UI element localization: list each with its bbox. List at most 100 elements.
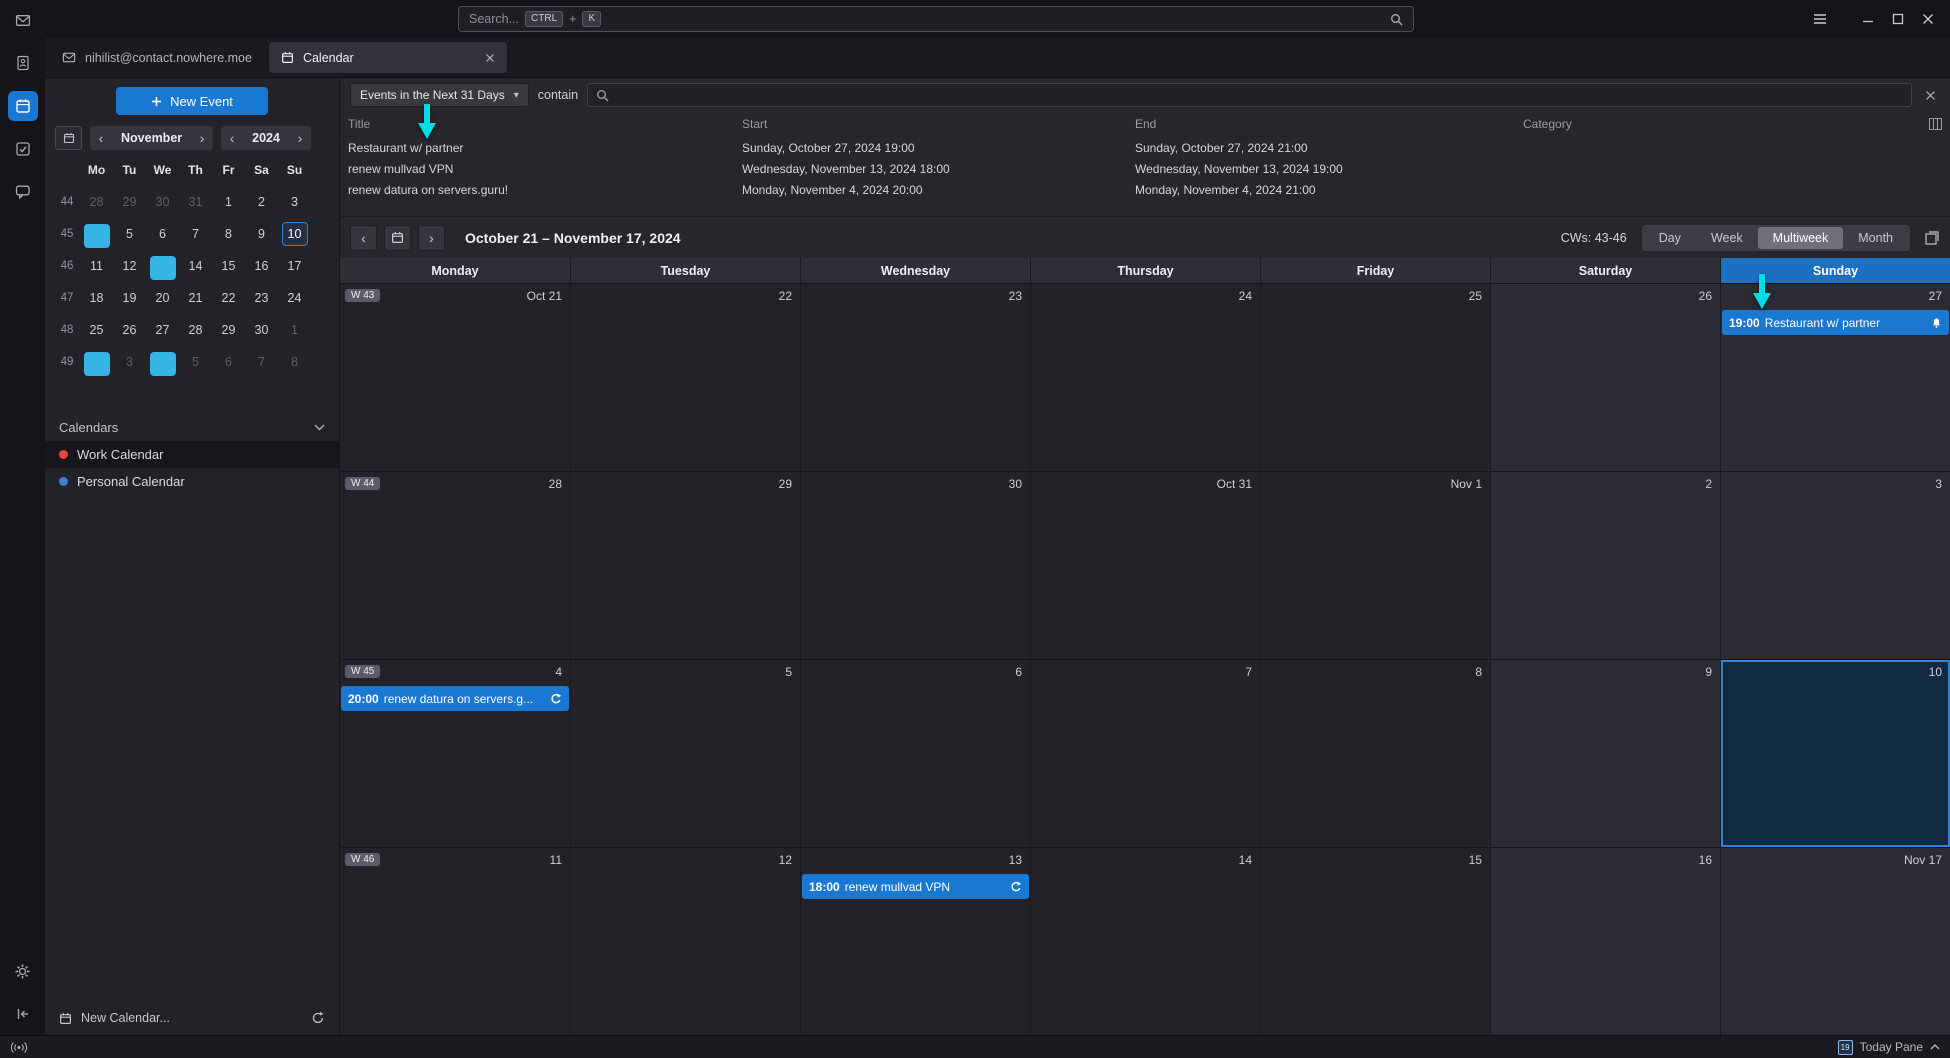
calendar-item-work-calendar[interactable]: Work Calendar xyxy=(45,441,339,468)
day-cell-oct-21[interactable]: W 43Oct 21 xyxy=(340,284,570,471)
mini-day-w49-7[interactable]: 7 xyxy=(245,346,278,378)
view-month-button[interactable]: Month xyxy=(1843,227,1908,249)
view-day-button[interactable]: Day xyxy=(1644,227,1696,249)
mini-day-w45-6[interactable]: 6 xyxy=(146,218,179,250)
day-cell-22[interactable]: 22 xyxy=(570,284,800,471)
event-list-row-restaurant-w-partner[interactable]: Restaurant w/ partnerSunday, October 27,… xyxy=(340,137,1950,158)
prev-month-button[interactable]: ‹ xyxy=(90,126,112,150)
mini-day-w46-13[interactable]: 13 xyxy=(146,250,179,282)
day-cell-10[interactable]: 10 xyxy=(1720,660,1950,847)
day-cell-26[interactable]: 26 xyxy=(1490,284,1720,471)
app-menu-button[interactable] xyxy=(1812,12,1828,26)
today-pane-toggle[interactable]: 19 Today Pane xyxy=(1838,1040,1940,1055)
mini-day-w47-21[interactable]: 21 xyxy=(179,282,212,314)
mini-day-w44-29[interactable]: 29 xyxy=(113,186,146,218)
settings-button[interactable] xyxy=(8,956,38,986)
mini-day-w48-26[interactable]: 26 xyxy=(113,314,146,346)
minimize-button[interactable] xyxy=(1862,13,1874,25)
day-cell-9[interactable]: 9 xyxy=(1490,660,1720,847)
day-cell-8[interactable]: 8 xyxy=(1260,660,1490,847)
day-cell-28[interactable]: W 4428 xyxy=(340,472,570,659)
day-cell-oct-31[interactable]: Oct 31 xyxy=(1030,472,1260,659)
event-bar-renew-datura-on-servers-g[interactable]: 20:00renew datura on servers.g... xyxy=(341,686,569,711)
mini-day-w49-3[interactable]: 3 xyxy=(113,346,146,378)
view-multiweek-button[interactable]: Multiweek xyxy=(1758,227,1844,249)
day-cell-6[interactable]: 6 xyxy=(800,660,1030,847)
collapse-spaces-button[interactable] xyxy=(8,999,38,1029)
mini-day-w46-12[interactable]: 12 xyxy=(113,250,146,282)
mini-day-w45-9[interactable]: 9 xyxy=(245,218,278,250)
mini-day-w49-4[interactable]: 4 xyxy=(146,346,179,378)
day-cell-11[interactable]: W 4611 xyxy=(340,848,570,1035)
mini-day-w49-2[interactable]: 2 xyxy=(80,346,113,378)
mini-day-w48-27[interactable]: 27 xyxy=(146,314,179,346)
today-button[interactable] xyxy=(384,225,411,251)
tab-close-icon[interactable] xyxy=(485,53,495,63)
tasks-space-button[interactable] xyxy=(8,134,38,164)
mini-day-w44-28[interactable]: 28 xyxy=(80,186,113,218)
mini-day-w47-24[interactable]: 24 xyxy=(278,282,311,314)
event-range-dropdown[interactable]: Events in the Next 31 Days ▾ xyxy=(350,83,529,107)
mini-day-w46-11[interactable]: 11 xyxy=(80,250,113,282)
day-cell-2[interactable]: 2 xyxy=(1490,472,1720,659)
mini-day-w48-30[interactable]: 30 xyxy=(245,314,278,346)
day-cell-14[interactable]: 14 xyxy=(1030,848,1260,1035)
mini-day-w47-23[interactable]: 23 xyxy=(245,282,278,314)
prev-year-button[interactable]: ‹ xyxy=(221,126,243,150)
mini-day-w48-25[interactable]: 25 xyxy=(80,314,113,346)
tab-mail-account[interactable]: nihilist@contact.nowhere.moe xyxy=(50,42,264,73)
calendar-item-personal-calendar[interactable]: Personal Calendar xyxy=(45,468,339,495)
event-filter-input[interactable] xyxy=(616,88,1903,102)
address-book-space-button[interactable] xyxy=(8,48,38,78)
mini-day-w45-5[interactable]: 5 xyxy=(113,218,146,250)
column-header-category[interactable]: Category xyxy=(1515,117,1920,131)
sync-calendars-button[interactable] xyxy=(311,1011,325,1025)
mini-day-w46-17[interactable]: 17 xyxy=(278,250,311,282)
mini-day-w45-8[interactable]: 8 xyxy=(212,218,245,250)
mini-day-w47-19[interactable]: 19 xyxy=(113,282,146,314)
new-calendar-button[interactable]: New Calendar... xyxy=(81,1011,170,1025)
mini-day-w44-1[interactable]: 1 xyxy=(212,186,245,218)
event-bar-restaurant-w-partner[interactable]: 19:00Restaurant w/ partner xyxy=(1722,310,1949,335)
day-cell-25[interactable]: 25 xyxy=(1260,284,1490,471)
new-event-button[interactable]: New Event xyxy=(116,87,268,115)
day-cell-13[interactable]: 1318:00renew mullvad VPN xyxy=(800,848,1030,1035)
chat-space-button[interactable] xyxy=(8,177,38,207)
event-list-row-renew-datura-on-servers-guru[interactable]: renew datura on servers.guru!Monday, Nov… xyxy=(340,179,1950,200)
column-header-start[interactable]: Start xyxy=(734,117,1127,131)
mini-day-w48-1[interactable]: 1 xyxy=(278,314,311,346)
day-cell-24[interactable]: 24 xyxy=(1030,284,1260,471)
year-label[interactable]: 2024 xyxy=(243,131,289,145)
day-cell-12[interactable]: 12 xyxy=(570,848,800,1035)
mail-space-button[interactable] xyxy=(8,5,38,35)
mini-day-w47-18[interactable]: 18 xyxy=(80,282,113,314)
mini-day-w44-2[interactable]: 2 xyxy=(245,186,278,218)
rotate-view-icon[interactable] xyxy=(1925,230,1940,245)
mini-day-w44-30[interactable]: 30 xyxy=(146,186,179,218)
tab-calendar[interactable]: Calendar xyxy=(269,42,507,73)
next-year-button[interactable]: › xyxy=(289,126,311,150)
mini-day-w49-5[interactable]: 5 xyxy=(179,346,212,378)
global-search-input[interactable]: Search... CTRL + K xyxy=(458,6,1414,32)
mini-day-w46-14[interactable]: 14 xyxy=(179,250,212,282)
mini-day-w47-22[interactable]: 22 xyxy=(212,282,245,314)
next-period-button[interactable]: › xyxy=(418,225,445,251)
mini-day-w44-3[interactable]: 3 xyxy=(278,186,311,218)
day-cell-7[interactable]: 7 xyxy=(1030,660,1260,847)
day-cell-23[interactable]: 23 xyxy=(800,284,1030,471)
mini-day-w48-29[interactable]: 29 xyxy=(212,314,245,346)
day-cell-29[interactable]: 29 xyxy=(570,472,800,659)
day-cell-5[interactable]: 5 xyxy=(570,660,800,847)
mini-day-w45-10[interactable]: 10 xyxy=(278,218,311,250)
column-header-end[interactable]: End xyxy=(1127,117,1515,131)
event-list-row-renew-mullvad-vpn[interactable]: renew mullvad VPNWednesday, November 13,… xyxy=(340,158,1950,179)
day-cell-16[interactable]: 16 xyxy=(1490,848,1720,1035)
mini-day-w46-15[interactable]: 15 xyxy=(212,250,245,282)
mini-day-w46-16[interactable]: 16 xyxy=(245,250,278,282)
calendars-section-header[interactable]: Calendars xyxy=(45,414,339,441)
previous-period-button[interactable]: ‹ xyxy=(350,225,377,251)
day-cell-30[interactable]: 30 xyxy=(800,472,1030,659)
view-week-button[interactable]: Week xyxy=(1696,227,1758,249)
mini-day-w47-20[interactable]: 20 xyxy=(146,282,179,314)
column-picker-icon[interactable] xyxy=(1920,118,1950,130)
